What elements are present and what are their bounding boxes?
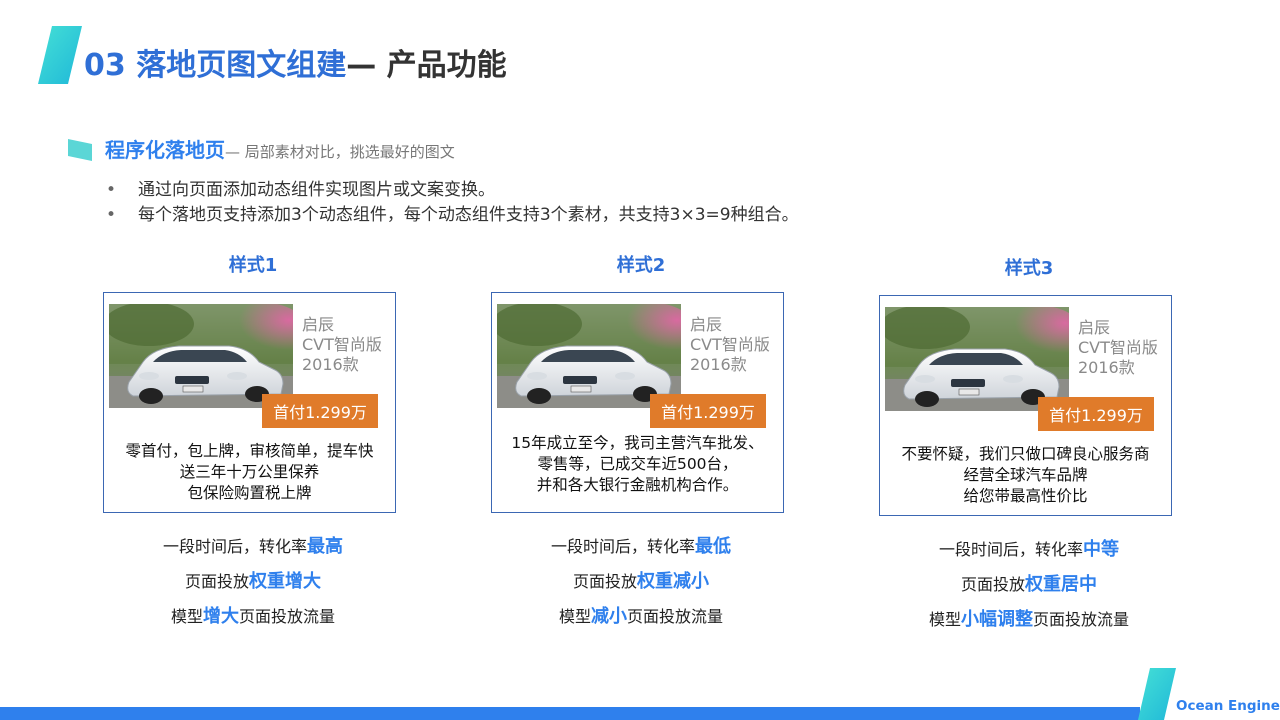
result-highlight: 减小 <box>591 606 627 627</box>
result-highlight: 最低 <box>695 536 731 557</box>
title-accent-icon <box>38 26 82 84</box>
result-line-2: 页面投放权重增大 <box>103 564 403 599</box>
car-year: 2016款 <box>690 355 747 374</box>
bullet-item: 每个落地页支持添加3个动态组件，每个动态组件支持3个素材，共支持3×3=9种组合… <box>102 203 799 228</box>
result-text: 页面投放流量 <box>627 607 724 626</box>
desc-line: 15年成立至今，我司主营汽车批发、 <box>511 434 764 452</box>
result-text: 一段时间后，转化率 <box>550 537 695 556</box>
desc-line: 包保险购置税上牌 <box>187 484 312 502</box>
car-photo <box>109 304 293 408</box>
result-text: 页面投放流量 <box>239 607 336 626</box>
card-description: 15年成立至今，我司主营汽车批发、 零售等，已成交车近500台， 并和各大银行金… <box>496 433 779 496</box>
title-main: 落地页图文组建 <box>136 48 347 83</box>
result-line-2: 页面投放权重减小 <box>491 564 791 599</box>
result-highlight: 权重居中 <box>1025 574 1097 595</box>
style-column-1: 样式1 启辰 CVT智尚版 2016款 首付1.299万 零首付，包上牌，审核简… <box>103 254 403 634</box>
section-heading-sub: — 局部素材对比，挑选最好的图文 <box>225 143 455 161</box>
desc-line: 并和各大银行金融机构合作。 <box>536 476 739 494</box>
result-text: 页面投放流量 <box>1033 610 1130 629</box>
desc-line: 经营全球汽车品牌 <box>963 466 1088 484</box>
landing-card: 启辰 CVT智尚版 2016款 首付1.299万 15年成立至今，我司主营汽车批… <box>491 292 784 513</box>
car-model: CVT智尚版 <box>1078 338 1158 357</box>
car-year: 2016款 <box>1078 358 1135 377</box>
result-highlight: 权重减小 <box>637 571 709 592</box>
result-line-1: 一段时间后，转化率最低 <box>491 529 791 564</box>
style-title: 样式3 <box>1004 258 1054 279</box>
page-title: 03 落地页图文组建— 产品功能 <box>84 44 507 88</box>
footer-bar <box>0 707 1140 720</box>
card-description: 不要怀疑，我们只做口碑良心服务商 经营全球汽车品牌 给您带最高性价比 <box>884 444 1167 507</box>
title-subtitle: — 产品功能 <box>346 48 507 83</box>
result-text: 一段时间后，转化率 <box>162 537 307 556</box>
car-model: CVT智尚版 <box>302 335 382 354</box>
result-highlight: 增大 <box>203 606 239 627</box>
style-column-2: 样式2 启辰 CVT智尚版 2016款 首付1.299万 15年成立至今，我司主… <box>491 254 791 634</box>
result-line-3: 模型增大页面投放流量 <box>103 599 403 634</box>
car-brand: 启辰 <box>302 315 335 334</box>
result-line-3: 模型减小页面投放流量 <box>491 599 791 634</box>
landing-card: 启辰 CVT智尚版 2016款 首付1.299万 不要怀疑，我们只做口碑良心服务… <box>879 295 1172 516</box>
brand-name: Ocean Engine <box>1176 698 1280 714</box>
result-text: 模型 <box>928 610 961 629</box>
car-info: 启辰 CVT智尚版 2016款 <box>1078 318 1170 378</box>
result-highlight: 小幅调整 <box>961 609 1033 630</box>
car-info: 启辰 CVT智尚版 2016款 <box>690 315 782 375</box>
section-heading-main: 程序化落地页 <box>105 138 225 162</box>
car-year: 2016款 <box>302 355 359 374</box>
section-marker-icon <box>68 139 92 161</box>
style-title: 样式2 <box>616 255 666 276</box>
brand-logo-icon <box>1138 668 1176 720</box>
card-description: 零首付，包上牌，审核简单，提车快 送三年十万公里保养 包保险购置税上牌 <box>108 441 391 504</box>
result-line-2: 页面投放权重居中 <box>879 567 1179 602</box>
result-highlight: 权重增大 <box>249 571 321 592</box>
car-brand: 启辰 <box>690 315 723 334</box>
car-photo <box>885 307 1069 411</box>
bullet-item: 通过向页面添加动态组件实现图片或文案变换。 <box>102 178 799 203</box>
bullet-list: 通过向页面添加动态组件实现图片或文案变换。 每个落地页支持添加3个动态组件，每个… <box>102 178 799 228</box>
section-heading: 程序化落地页— 局部素材对比，挑选最好的图文 <box>105 136 455 166</box>
price-badge: 首付1.299万 <box>1038 397 1154 431</box>
price-badge: 首付1.299万 <box>262 394 378 428</box>
result-line-1: 一段时间后，转化率中等 <box>879 532 1179 567</box>
result-line-1: 一段时间后，转化率最高 <box>103 529 403 564</box>
result-highlight: 最高 <box>307 536 343 557</box>
car-brand: 启辰 <box>1078 318 1111 337</box>
result-text: 模型 <box>170 607 203 626</box>
car-info: 启辰 CVT智尚版 2016款 <box>302 315 394 375</box>
style-column-3: 样式3 启辰 CVT智尚版 2016款 首付1.299万 不要怀疑，我们只做口碑… <box>879 257 1179 637</box>
price-badge: 首付1.299万 <box>650 394 766 428</box>
desc-line: 给您带最高性价比 <box>963 487 1088 505</box>
car-model: CVT智尚版 <box>690 335 770 354</box>
style-title: 样式1 <box>228 255 278 276</box>
result-text: 一段时间后，转化率 <box>938 540 1083 559</box>
desc-line: 送三年十万公里保养 <box>179 463 320 481</box>
car-photo <box>497 304 681 408</box>
result-text: 页面投放 <box>184 572 249 591</box>
desc-line: 零售等，已成交车近500台， <box>537 455 738 473</box>
result-text: 页面投放 <box>572 572 637 591</box>
result-text: 页面投放 <box>960 575 1025 594</box>
desc-line: 零首付，包上牌，审核简单，提车快 <box>125 442 374 460</box>
result-highlight: 中等 <box>1083 539 1119 560</box>
title-number: 03 <box>84 48 126 83</box>
result-text: 模型 <box>558 607 591 626</box>
desc-line: 不要怀疑，我们只做口碑良心服务商 <box>901 445 1150 463</box>
result-line-3: 模型小幅调整页面投放流量 <box>879 602 1179 637</box>
landing-card: 启辰 CVT智尚版 2016款 首付1.299万 零首付，包上牌，审核简单，提车… <box>103 292 396 513</box>
